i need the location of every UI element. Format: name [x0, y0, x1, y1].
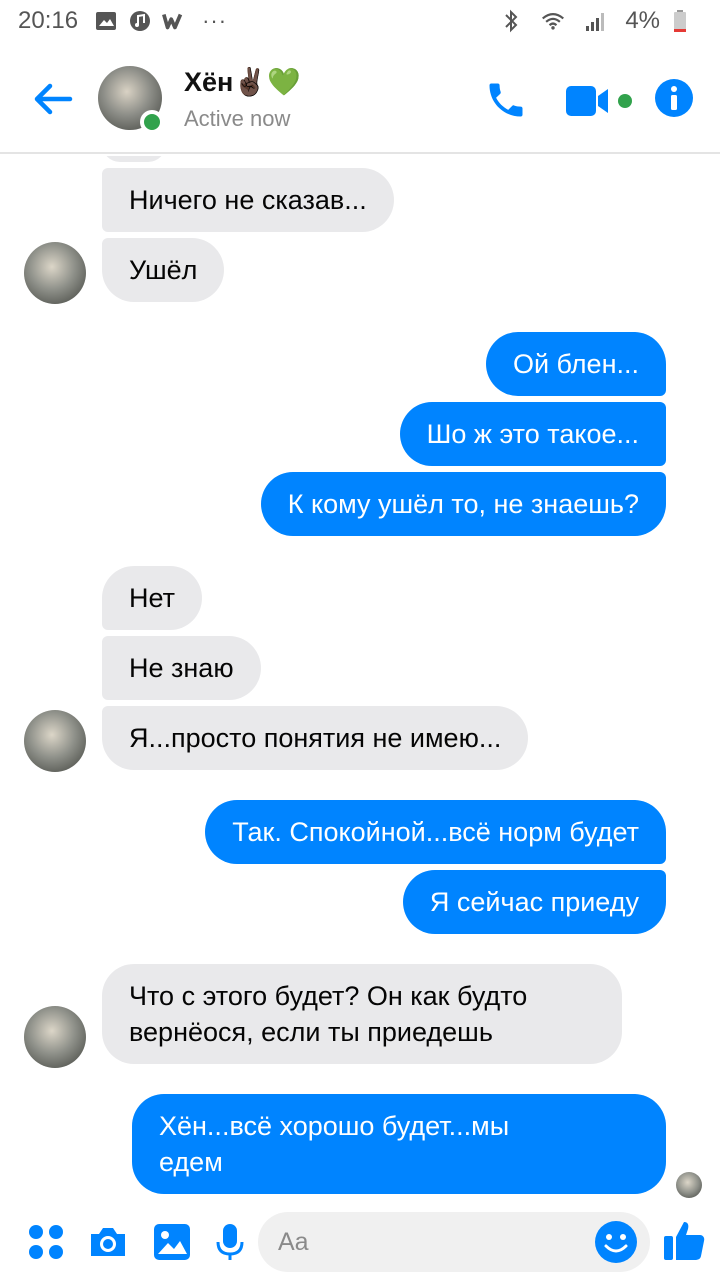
wattpad-notification-icon [162, 9, 186, 33]
gallery-icon[interactable] [152, 1222, 192, 1262]
message-bubble-incoming[interactable]: Я...просто понятия не имею... [102, 706, 529, 770]
contact-status: Active now [184, 106, 291, 131]
online-indicator [140, 110, 164, 134]
contact-avatar-small[interactable] [24, 1006, 86, 1068]
message-bubble-incoming[interactable]: Ничего не сказав... [102, 168, 394, 232]
battery-icon [668, 9, 692, 33]
message-bubble-incoming[interactable]: Ушёл [102, 238, 225, 302]
battery-percentage: 4% [625, 7, 660, 34]
camera-icon[interactable] [88, 1222, 128, 1262]
bluetooth-icon [499, 9, 523, 33]
contact-avatar-small[interactable] [24, 710, 86, 772]
message-bubble-partial [102, 156, 166, 162]
phone-icon[interactable] [484, 78, 528, 122]
message-bubble-outgoing[interactable]: Я сейчас приеду [402, 870, 666, 934]
contact-name[interactable]: Хён✌🏿💚 [184, 66, 301, 98]
message-bubble-incoming[interactable]: Нет [102, 566, 202, 630]
message-bubble-incoming[interactable]: Не знаю [102, 636, 261, 700]
message-bubble-outgoing[interactable]: Ой блен... [485, 332, 666, 396]
more-notifications-indicator: ··· [202, 8, 228, 33]
message-input-container[interactable] [258, 1212, 650, 1272]
message-bubble-outgoing[interactable]: Хён...всё хорошо будет...мы едем [132, 1094, 666, 1194]
status-time: 20:16 [18, 7, 79, 34]
composer-bar [0, 1200, 720, 1280]
info-icon[interactable] [654, 78, 694, 118]
contact-avatar-small[interactable] [24, 242, 86, 304]
chat-header: Хён✌🏿💚 Active now [0, 42, 720, 154]
wifi-icon [541, 9, 565, 33]
music-notification-icon [128, 9, 152, 33]
video-camera-icon[interactable] [566, 84, 636, 118]
menu-dots-icon[interactable] [26, 1222, 66, 1262]
message-list[interactable]: Ничего не сказав... Ушёл Ой блен... Шо ж… [0, 156, 720, 1200]
status-bar: 20:16 ··· 4% [0, 0, 720, 42]
emoji-icon[interactable] [594, 1220, 638, 1264]
message-bubble-outgoing[interactable]: К кому ушёл то, не знаешь? [260, 472, 666, 536]
gallery-notification-icon [94, 9, 118, 33]
back-arrow-icon[interactable] [30, 76, 76, 122]
message-bubble-outgoing[interactable]: Шо ж это такое... [399, 402, 666, 466]
microphone-icon[interactable] [210, 1222, 250, 1262]
thumbs-up-icon[interactable] [662, 1218, 706, 1262]
seen-indicator-avatar [676, 1172, 702, 1198]
message-input[interactable] [278, 1212, 588, 1272]
message-bubble-outgoing[interactable]: Так. Спокойной...всё норм будет [205, 800, 666, 864]
message-bubble-incoming[interactable]: Что с этого будет? Он как будто вернёося… [102, 964, 622, 1064]
signal-icon [583, 9, 607, 33]
